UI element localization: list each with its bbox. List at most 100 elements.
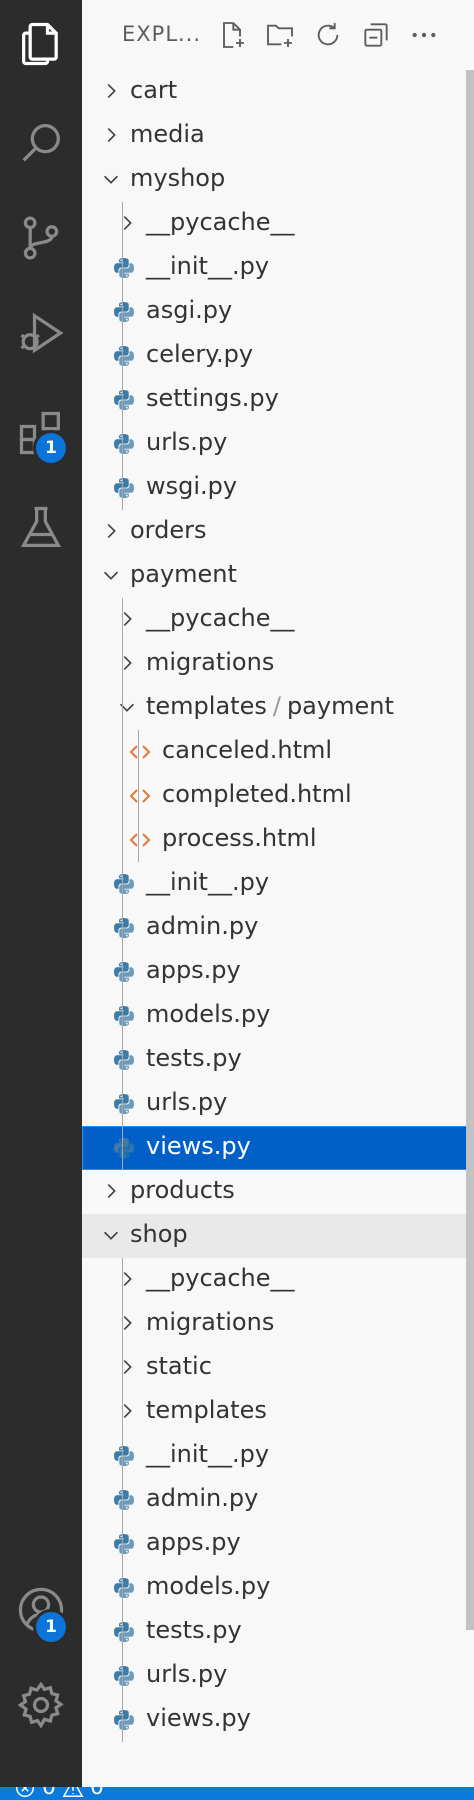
python-file-icon xyxy=(112,1532,136,1556)
file-label: models.py xyxy=(146,1000,271,1028)
chevron-right-icon[interactable] xyxy=(100,520,122,542)
collapse-all-icon[interactable] xyxy=(358,17,394,53)
file-label: process.html xyxy=(162,824,317,852)
file-label: urls.py xyxy=(146,1660,228,1688)
file-label: apps.py xyxy=(146,1528,241,1556)
error-icon xyxy=(16,1787,34,1797)
tree-folder-row[interactable]: __pycache__ xyxy=(82,1258,474,1302)
problems-indicator[interactable]: 0 0 xyxy=(14,1787,104,1800)
python-file-icon xyxy=(112,300,136,324)
activity-bar: 1 1 xyxy=(0,0,82,1787)
chevron-down-icon[interactable] xyxy=(100,564,122,586)
file-label: __init__.py xyxy=(146,868,270,896)
tree-file-row[interactable]: __init__.py xyxy=(82,246,474,290)
tree-file-row[interactable]: views.py xyxy=(82,1698,474,1742)
tree-folder-row[interactable]: media xyxy=(82,114,474,158)
html-file-icon xyxy=(128,828,152,852)
tree-folder-row[interactable]: static xyxy=(82,1346,474,1390)
tree-folder-row[interactable]: migrations xyxy=(82,642,474,686)
tree-folder-row[interactable]: __pycache__ xyxy=(82,598,474,642)
tree-file-row[interactable]: urls.py xyxy=(82,1654,474,1698)
chevron-right-icon[interactable] xyxy=(100,80,122,102)
more-actions-icon[interactable] xyxy=(406,17,442,53)
new-folder-icon[interactable] xyxy=(262,17,298,53)
search-icon[interactable] xyxy=(0,103,82,183)
tree-file-row[interactable]: apps.py xyxy=(82,950,474,994)
tree-folder-row[interactable]: shop xyxy=(82,1214,474,1258)
python-file-icon xyxy=(112,1664,136,1688)
error-count: 0 xyxy=(42,1787,56,1800)
html-file-icon xyxy=(128,740,152,764)
explorer-sidebar: EXPL... cart media myshop __pycache__ __… xyxy=(82,0,474,1787)
tree-folder-row[interactable]: __pycache__ xyxy=(82,202,474,246)
folder-label: __pycache__ xyxy=(146,208,295,236)
tree-file-row[interactable]: urls.py xyxy=(82,1082,474,1126)
refresh-icon[interactable] xyxy=(310,17,346,53)
chevron-right-icon[interactable] xyxy=(116,212,138,234)
folder-label: migrations xyxy=(146,648,275,676)
testing-icon[interactable] xyxy=(0,488,82,568)
tree-folder-row[interactable]: templates xyxy=(82,1390,474,1434)
explorer-header: EXPL... xyxy=(82,0,474,70)
tree-file-row[interactable]: completed.html xyxy=(82,774,474,818)
tree-folder-row[interactable]: cart xyxy=(82,70,474,114)
tree-folder-row[interactable]: orders xyxy=(82,510,474,554)
indent-guide xyxy=(122,202,123,510)
tree-file-row[interactable]: celery.py xyxy=(82,334,474,378)
chevron-down-icon[interactable] xyxy=(116,696,138,718)
explorer-icon[interactable] xyxy=(0,4,82,84)
tree-file-row[interactable]: settings.py xyxy=(82,378,474,422)
tree-file-row[interactable]: urls.py xyxy=(82,422,474,466)
tree-file-row[interactable]: canceled.html xyxy=(82,730,474,774)
file-label: views.py xyxy=(146,1132,251,1160)
tree-file-row[interactable]: __init__.py xyxy=(82,862,474,906)
folder-label: templates xyxy=(146,1396,267,1424)
chevron-right-icon[interactable] xyxy=(116,608,138,630)
gear-icon[interactable] xyxy=(0,1665,82,1745)
extensions-icon[interactable] xyxy=(0,393,82,473)
python-file-icon xyxy=(112,256,136,280)
folder-label: myshop xyxy=(130,164,226,192)
tree-folder-row[interactable]: migrations xyxy=(82,1302,474,1346)
chevron-right-icon[interactable] xyxy=(116,1356,138,1378)
tree-folder-row[interactable]: templates / payment xyxy=(82,686,474,730)
chevron-right-icon[interactable] xyxy=(116,1400,138,1422)
folder-label: shop xyxy=(130,1220,188,1248)
tree-file-row[interactable]: tests.py xyxy=(82,1038,474,1082)
tree-file-row[interactable]: wsgi.py xyxy=(82,466,474,510)
chevron-right-icon[interactable] xyxy=(100,124,122,146)
tree-file-row[interactable]: models.py xyxy=(82,994,474,1038)
tree-folder-row[interactable]: products xyxy=(82,1170,474,1214)
tree-folder-row[interactable]: payment xyxy=(82,554,474,598)
file-label: tests.py xyxy=(146,1616,242,1644)
scrollbar[interactable] xyxy=(466,70,474,1630)
chevron-right-icon[interactable] xyxy=(116,1312,138,1334)
tree-file-row[interactable]: views.py xyxy=(82,1126,474,1170)
tree-file-row[interactable]: admin.py xyxy=(82,1478,474,1522)
chevron-down-icon[interactable] xyxy=(100,168,122,190)
tree-file-row[interactable]: __init__.py xyxy=(82,1434,474,1478)
source-control-icon[interactable] xyxy=(0,198,82,278)
chevron-right-icon[interactable] xyxy=(116,652,138,674)
new-file-icon[interactable] xyxy=(214,17,250,53)
chevron-down-icon[interactable] xyxy=(100,1224,122,1246)
tree-file-row[interactable]: process.html xyxy=(82,818,474,862)
chevron-right-icon[interactable] xyxy=(116,1268,138,1290)
file-label: urls.py xyxy=(146,428,228,456)
file-label: completed.html xyxy=(162,780,352,808)
indent-guide xyxy=(138,730,139,862)
file-label: apps.py xyxy=(146,956,241,984)
tree-file-row[interactable]: tests.py xyxy=(82,1610,474,1654)
python-file-icon xyxy=(112,1136,136,1160)
tree-file-row[interactable]: admin.py xyxy=(82,906,474,950)
file-label: settings.py xyxy=(146,384,279,412)
file-label: admin.py xyxy=(146,912,259,940)
tree-file-row[interactable]: asgi.py xyxy=(82,290,474,334)
run-debug-icon[interactable] xyxy=(0,293,82,373)
tree-file-row[interactable]: apps.py xyxy=(82,1522,474,1566)
tree-file-row[interactable]: models.py xyxy=(82,1566,474,1610)
python-file-icon xyxy=(112,872,136,896)
chevron-right-icon[interactable] xyxy=(100,1180,122,1202)
tree-folder-row[interactable]: myshop xyxy=(82,158,474,202)
folder-label: payment xyxy=(130,560,237,588)
